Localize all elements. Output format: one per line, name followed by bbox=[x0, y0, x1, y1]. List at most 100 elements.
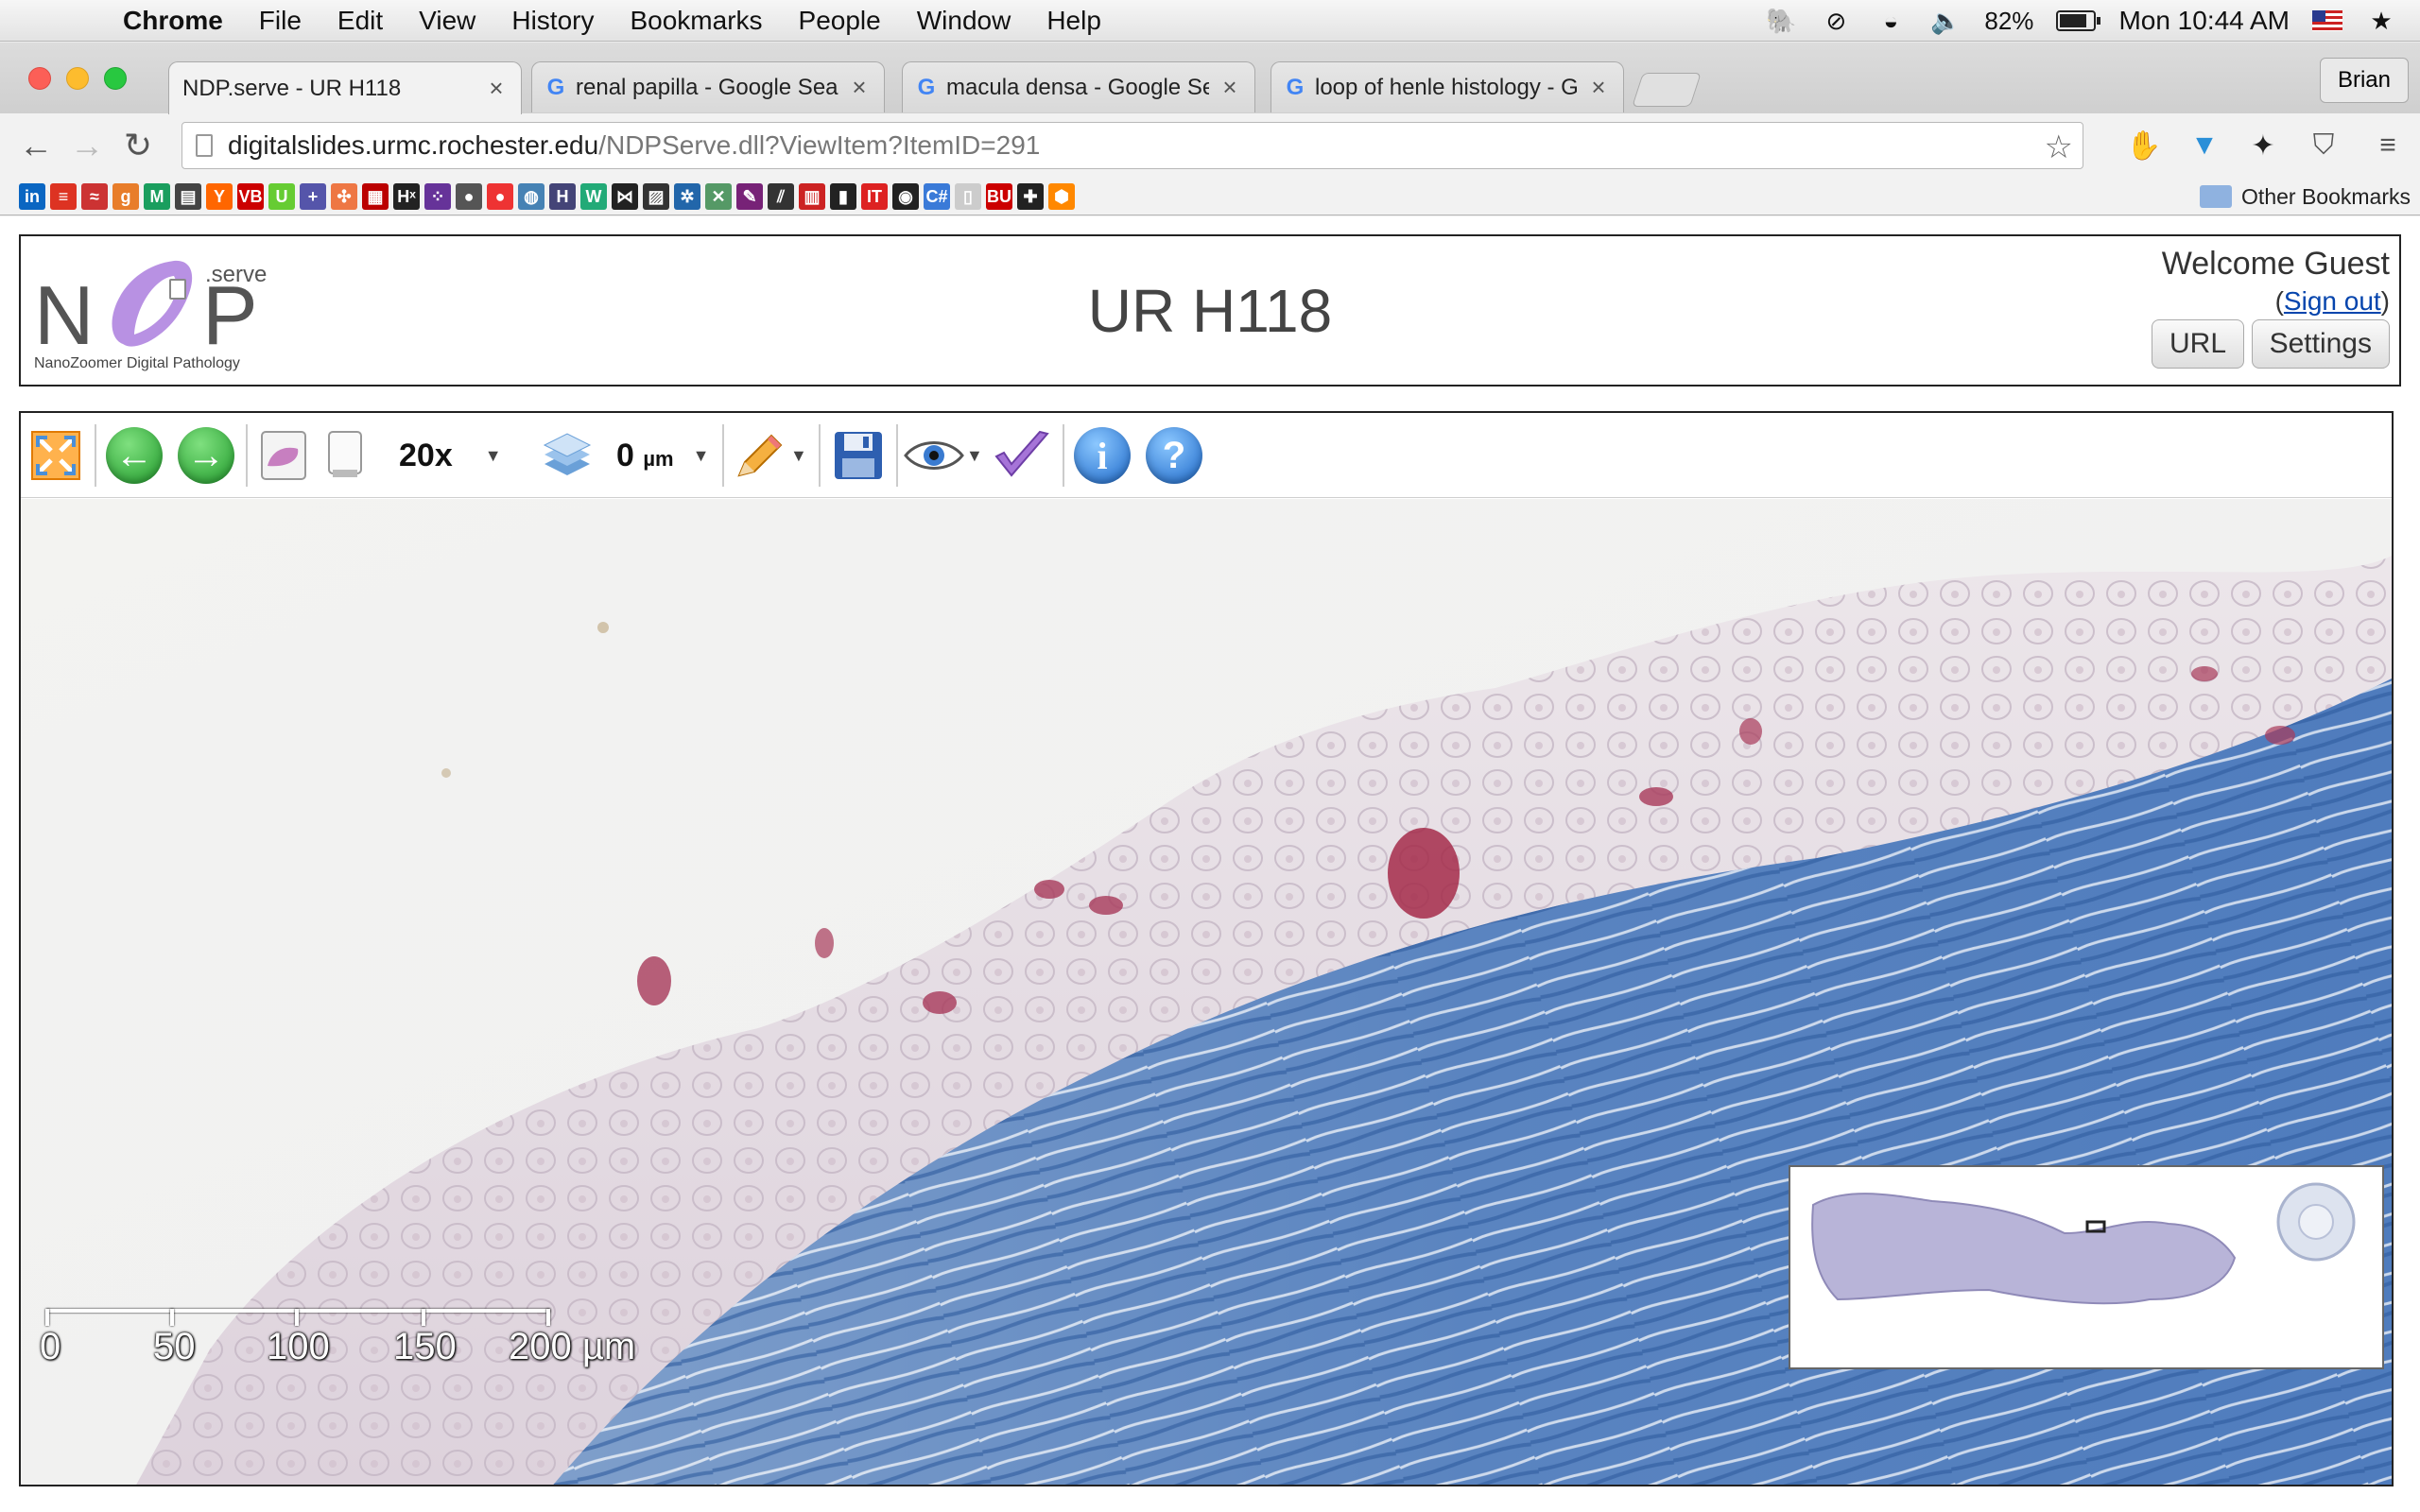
clock[interactable]: Mon 10:44 AM bbox=[2118, 6, 2290, 36]
view-eye-icon[interactable]: ▼ bbox=[904, 425, 985, 486]
press-icon[interactable]: ● bbox=[456, 183, 482, 210]
vb-icon[interactable]: VB bbox=[237, 183, 264, 210]
focus-layers-icon[interactable] bbox=[537, 425, 596, 486]
wolf-icon[interactable]: ◉ bbox=[892, 183, 919, 210]
do-not-disturb-icon[interactable]: ⊘ bbox=[1820, 7, 1852, 35]
checkmark-icon[interactable] bbox=[991, 425, 1053, 486]
zoom-window-button[interactable] bbox=[104, 67, 127, 90]
forward-arrow-icon[interactable]: → bbox=[176, 425, 236, 486]
page-icon bbox=[196, 134, 213, 157]
news-icon[interactable]: ▤ bbox=[175, 183, 201, 210]
annotation-pencil-icon[interactable]: ▼ bbox=[732, 425, 813, 486]
octopus-icon[interactable]: ✲ bbox=[674, 183, 700, 210]
menu-bookmarks[interactable]: Bookmarks bbox=[630, 6, 762, 36]
tab-title: macula densa - Google Search bbox=[946, 74, 1209, 100]
slide-overview-map[interactable] bbox=[1789, 1165, 2384, 1369]
bookmark-star-icon[interactable]: ☆ bbox=[2045, 129, 2073, 166]
hackernews-icon[interactable]: Y bbox=[206, 183, 233, 210]
bank-icon[interactable]: ≈ bbox=[81, 183, 108, 210]
url-button[interactable]: URL bbox=[2151, 319, 2244, 369]
grid-icon[interactable]: ▦ bbox=[362, 183, 389, 210]
menu-app-name[interactable]: Chrome bbox=[123, 6, 223, 36]
new-tab-button[interactable] bbox=[1632, 73, 1702, 107]
menu-history[interactable]: History bbox=[511, 6, 594, 36]
tab-loop-of-henle[interactable]: G loop of henle histology - Google Searc… bbox=[1270, 61, 1624, 112]
slide-thumbnail-icon[interactable] bbox=[255, 425, 312, 486]
stack-icon[interactable]: ≡ bbox=[50, 183, 77, 210]
minimize-window-button[interactable] bbox=[66, 67, 89, 90]
close-tab-icon[interactable]: × bbox=[485, 74, 508, 103]
bow-icon[interactable]: ⋈ bbox=[612, 183, 638, 210]
pinwheel-icon[interactable]: ✣ bbox=[331, 183, 357, 210]
menu-window[interactable]: Window bbox=[917, 6, 1011, 36]
blank-page-icon[interactable]: ▯ bbox=[955, 183, 981, 210]
settings-button[interactable]: Settings bbox=[2251, 319, 2390, 369]
magnification-select[interactable]: 20x ▼ bbox=[399, 425, 512, 486]
w-icon[interactable]: W bbox=[580, 183, 607, 210]
tab-renal-papilla[interactable]: G renal papilla - Google Search × bbox=[531, 61, 885, 112]
cross-icon[interactable]: ✚ bbox=[1017, 183, 1044, 210]
close-tab-icon[interactable]: × bbox=[1587, 73, 1610, 102]
info-icon[interactable]: i bbox=[1072, 425, 1132, 486]
back-arrow-icon[interactable]: ← bbox=[104, 425, 164, 486]
magnification-value: 20x bbox=[399, 437, 453, 473]
csharp-icon[interactable]: C# bbox=[924, 183, 950, 210]
profile-button[interactable]: Brian bbox=[2319, 58, 2409, 103]
tab-macula-densa[interactable]: G macula densa - Google Search × bbox=[902, 61, 1255, 112]
linkedin-icon[interactable]: in bbox=[19, 183, 45, 210]
glass-slide-icon[interactable] bbox=[321, 425, 369, 486]
focus-depth-select[interactable]: 0 µm ▼ bbox=[616, 425, 730, 486]
other-bookmarks-folder[interactable]: Other Bookmarks bbox=[2200, 181, 2411, 212]
wifi-icon[interactable]: ◒ bbox=[1875, 7, 1907, 35]
menu-file[interactable]: File bbox=[259, 6, 302, 36]
scatter-icon[interactable]: ✕ bbox=[705, 183, 732, 210]
menu-help[interactable]: Help bbox=[1046, 6, 1101, 36]
input-source-flag-icon[interactable] bbox=[2312, 10, 2342, 31]
bu-icon[interactable]: BU bbox=[986, 183, 1012, 210]
tomato-icon[interactable]: ● bbox=[487, 183, 513, 210]
close-window-button[interactable] bbox=[28, 67, 51, 90]
star-icon[interactable]: ★ bbox=[2365, 7, 2397, 35]
address-bar[interactable]: digitalslides.urmc.rochester.edu/NDPServ… bbox=[182, 122, 2083, 169]
evernote-icon[interactable]: 🐘 bbox=[1765, 7, 1797, 35]
fit-to-window-icon[interactable] bbox=[26, 425, 85, 486]
battery-percent: 82% bbox=[1984, 6, 2034, 35]
ghostery-icon[interactable]: ▼ bbox=[2186, 127, 2223, 164]
h-icon[interactable]: H bbox=[549, 183, 576, 210]
close-tab-icon[interactable]: × bbox=[848, 73, 871, 102]
plus-icon[interactable]: + bbox=[300, 183, 326, 210]
hx-icon[interactable]: Hˣ bbox=[393, 183, 420, 210]
reload-icon[interactable]: ↻ bbox=[119, 126, 157, 164]
lines-icon[interactable]: ⫽ bbox=[768, 183, 794, 210]
menu-hamburger-icon[interactable]: ≡ bbox=[2369, 127, 2407, 164]
feather-icon[interactable]: ✎ bbox=[736, 183, 763, 210]
forward-arrow-icon[interactable]: → bbox=[68, 126, 106, 164]
medium-icon[interactable]: M bbox=[144, 183, 170, 210]
pocket-icon[interactable]: ⛉ bbox=[2305, 127, 2342, 164]
chart-icon[interactable]: ▥ bbox=[799, 183, 825, 210]
close-tab-icon[interactable]: × bbox=[1219, 73, 1241, 102]
menu-view[interactable]: View bbox=[419, 6, 475, 36]
adblock-icon[interactable]: ✋ bbox=[2125, 127, 2163, 164]
menu-people[interactable]: People bbox=[799, 6, 881, 36]
u-icon[interactable]: U bbox=[268, 183, 295, 210]
database-icon[interactable]: ◍ bbox=[518, 183, 544, 210]
save-icon[interactable] bbox=[828, 425, 889, 486]
menu-edit[interactable]: Edit bbox=[337, 6, 383, 36]
welcome-area: Welcome Guest (Sign out) bbox=[2162, 246, 2390, 317]
help-icon[interactable]: ? bbox=[1144, 425, 1204, 486]
jar-icon[interactable]: ▮ bbox=[830, 183, 856, 210]
back-arrow-icon[interactable]: ← bbox=[17, 126, 55, 164]
volume-icon[interactable]: 🔈 bbox=[1929, 7, 1962, 35]
bookmarks-bar: in ≡ ≈ g M ▤ Y VB U + ✣ ▦ Hˣ ⁘ ● ● ◍ H W ⋈ ▨ ✲ ✕ ✎ ⫽ ▥ ▮ IT ◉ C# ▯ BU ✚ ⬢… bbox=[0, 178, 2420, 215]
stripes-icon[interactable]: ▨ bbox=[643, 183, 669, 210]
dots-icon[interactable]: ⁘ bbox=[424, 183, 451, 210]
it-icon[interactable]: IT bbox=[861, 183, 888, 210]
tab-ndp-serve[interactable]: NDP.serve - UR H118 × bbox=[168, 61, 522, 300]
goodreads-icon[interactable]: g bbox=[112, 183, 139, 210]
sign-out-link[interactable]: Sign out bbox=[2284, 286, 2381, 316]
battery-icon[interactable] bbox=[2056, 10, 2101, 31]
hexagon-icon[interactable]: ⬢ bbox=[1048, 183, 1075, 210]
overview-thumbnail bbox=[1790, 1167, 2382, 1367]
extension-animal-icon[interactable]: ✦ bbox=[2244, 127, 2282, 164]
